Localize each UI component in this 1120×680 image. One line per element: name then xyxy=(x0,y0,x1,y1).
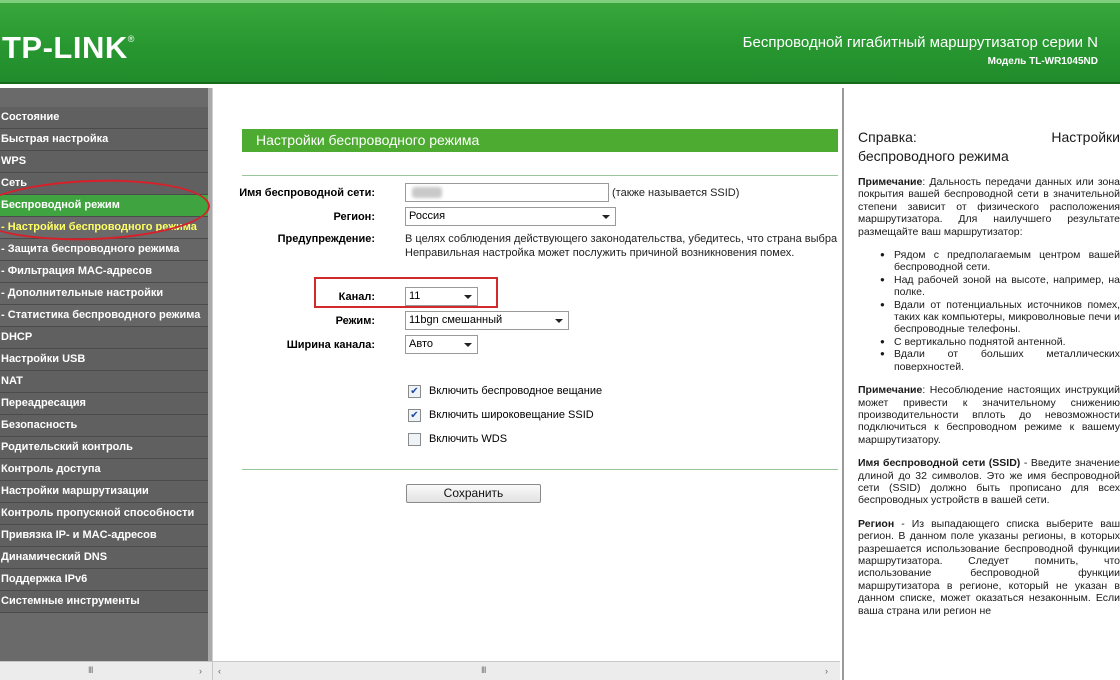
help-ssid-heading: Имя беспроводной сети (SSID) xyxy=(858,457,1021,470)
divider-top xyxy=(242,175,838,176)
channel-value: 11 xyxy=(409,290,421,302)
warning-label: Предупреждение: xyxy=(277,233,375,245)
help-note-1: Примечание: Дальность передачи данных ил… xyxy=(858,176,1120,238)
sidebar-item-ip-mac-binding[interactable]: Привязка IP- и MAC-адресов xyxy=(0,525,208,547)
chevron-down-icon xyxy=(464,295,472,299)
list-item: Вдали от больших металлических поверхнос… xyxy=(880,348,1120,373)
sidebar-item-dhcp[interactable]: DHCP xyxy=(0,327,208,349)
help-ssid: Имя беспроводной сети (SSID) - Введите з… xyxy=(858,457,1120,507)
sidebar-item-dynamic-dns[interactable]: Динамический DNS xyxy=(0,547,208,569)
sidebar-item-access-control[interactable]: Контроль доступа xyxy=(0,459,208,481)
divider-bottom xyxy=(242,469,838,470)
channel-width-value: Авто xyxy=(409,338,433,350)
ssid-broadcast-checkbox[interactable]: ✔ xyxy=(408,409,421,422)
ssid-note: (также называется SSID) xyxy=(612,187,740,199)
chevron-down-icon xyxy=(464,343,472,347)
header-bottom-line xyxy=(0,82,1120,84)
sidebar-item-wireless-security[interactable]: - Защита беспроводного режима xyxy=(0,239,208,261)
help-note-1-heading: Примечание xyxy=(858,176,923,188)
scroll-right-arrow-icon[interactable]: › xyxy=(199,666,202,676)
help-body: Примечание: Дальность передачи данных ил… xyxy=(858,176,1120,628)
save-button[interactable]: Сохранить xyxy=(406,484,541,503)
sidebar-item-wireless[interactable]: Беспроводной режим xyxy=(0,195,208,217)
sidebar-item-ipv6[interactable]: Поддержка IPv6 xyxy=(0,569,208,591)
list-item: Вдали от потенциальных источников помех,… xyxy=(880,299,1120,336)
channel-select[interactable]: 11 xyxy=(405,287,478,306)
ssid-value-redacted xyxy=(412,187,442,198)
channel-label: Канал: xyxy=(338,291,375,303)
ssid-label: Имя беспроводной сети: xyxy=(239,187,375,199)
region-value: Россия xyxy=(409,210,446,222)
help-note-2-heading: Примечание xyxy=(858,384,923,397)
sidebar-item-routing[interactable]: Настройки маршрутизации xyxy=(0,481,208,503)
help-title-line-2: беспроводного режима xyxy=(858,148,1009,164)
chevron-down-icon xyxy=(602,215,610,219)
help-panel: Справка: Настройки беспроводного режима … xyxy=(842,88,1120,680)
broadcast-checkbox-label: Включить беспроводное вещание xyxy=(429,385,603,397)
wds-checkbox-label: Включить WDS xyxy=(429,433,508,445)
help-note-2: Примечание: Несоблюдение настоящих инстр… xyxy=(858,384,1120,446)
sidebar-item-security[interactable]: Безопасность xyxy=(0,415,208,437)
ssid-broadcast-checkbox-label: Включить широковещание SSID xyxy=(429,409,594,421)
channel-width-select[interactable]: Авто xyxy=(405,335,478,354)
sidebar-item-parental-control[interactable]: Родительский контроль xyxy=(0,437,208,459)
mode-label: Режим: xyxy=(335,315,375,327)
help-title: Справка: Настройки беспроводного режима xyxy=(858,128,1120,166)
sidebar-horizontal-scrollbar[interactable]: III › xyxy=(0,661,212,680)
scroll-left-arrow-icon[interactable]: ‹ xyxy=(218,666,221,676)
chevron-down-icon xyxy=(555,319,563,323)
sidebar-item-status[interactable]: Состояние xyxy=(0,107,208,129)
help-region-heading: Регион xyxy=(858,517,895,530)
sidebar-item-usb-settings[interactable]: Настройки USB xyxy=(0,349,208,371)
list-item: Рядом с предполагаемым центром вашей бес… xyxy=(880,249,1120,274)
sidebar-panel: Состояние Быстрая настройка WPS Сеть Бес… xyxy=(0,88,208,663)
help-title-left: Справка: xyxy=(858,129,917,145)
tp-link-logo: TP-LINK® xyxy=(2,30,135,65)
help-title-right: Настройки xyxy=(1051,129,1120,145)
sidebar-item-bandwidth-control[interactable]: Контроль пропускной способности xyxy=(0,503,208,525)
sidebar-menu: Состояние Быстрая настройка WPS Сеть Бес… xyxy=(0,107,208,613)
help-placement-list: Рядом с предполагаемым центром вашей бес… xyxy=(880,249,1120,373)
sidebar-item-network[interactable]: Сеть xyxy=(0,173,208,195)
sidebar-item-system-tools[interactable]: Системные инструменты xyxy=(0,591,208,613)
region-select[interactable]: Россия xyxy=(405,207,616,226)
help-region: Регион - Из выпадающего списка выберите … xyxy=(858,518,1120,617)
ssid-input[interactable] xyxy=(405,183,609,202)
warning-text-line-2: Неправильная настройка может послужить п… xyxy=(405,247,795,259)
page-title: Настройки беспроводного режима xyxy=(242,129,838,152)
sidebar-item-quick-setup[interactable]: Быстрая настройка xyxy=(0,129,208,151)
header-top-line xyxy=(0,0,1120,3)
header-banner: TP-LINK® Беспроводной гигабитный маршрут… xyxy=(0,0,1120,84)
region-label: Регион: xyxy=(333,211,375,223)
sidebar-item-forwarding[interactable]: Переадресация xyxy=(0,393,208,415)
scrollbar-grip[interactable]: III xyxy=(88,665,93,675)
sidebar-item-wireless-statistics[interactable]: - Статистика беспроводного режима xyxy=(0,305,208,327)
help-region-text: - Из выпадающего списка выберите ваш рег… xyxy=(858,517,1120,617)
list-item: Над рабочей зоной на высоте, например, н… xyxy=(880,274,1120,299)
channel-width-label: Ширина канала: xyxy=(286,339,375,351)
main-horizontal-scrollbar[interactable]: ‹ III › xyxy=(212,661,840,680)
sidebar: Состояние Быстрая настройка WPS Сеть Бес… xyxy=(0,88,212,680)
sidebar-item-wps[interactable]: WPS xyxy=(0,151,208,173)
wds-checkbox[interactable] xyxy=(408,433,421,446)
sidebar-item-wireless-settings[interactable]: - Настройки беспроводного режима xyxy=(0,217,208,239)
warning-text-line-1: В целях соблюдения действующего законода… xyxy=(405,233,838,245)
mode-value: 11bgn смешанный xyxy=(409,314,503,326)
main-content: Настройки беспроводного режима Имя беспр… xyxy=(212,88,840,661)
product-title: Беспроводной гигабитный маршрутизатор се… xyxy=(742,34,1098,51)
list-item: С вертикально поднятой антенной. xyxy=(880,336,1120,349)
scroll-right-arrow-icon[interactable]: › xyxy=(825,666,828,676)
sidebar-item-nat[interactable]: NAT xyxy=(0,371,208,393)
sidebar-item-mac-filtering[interactable]: - Фильтрация MAC-адресов xyxy=(0,261,208,283)
sidebar-item-advanced-settings[interactable]: - Дополнительные настройки xyxy=(0,283,208,305)
model-name: Модель TL-WR1045ND xyxy=(987,56,1098,67)
scrollbar-grip[interactable]: III xyxy=(481,665,486,675)
broadcast-checkbox[interactable]: ✔ xyxy=(408,385,421,398)
mode-select[interactable]: 11bgn смешанный xyxy=(405,311,569,330)
